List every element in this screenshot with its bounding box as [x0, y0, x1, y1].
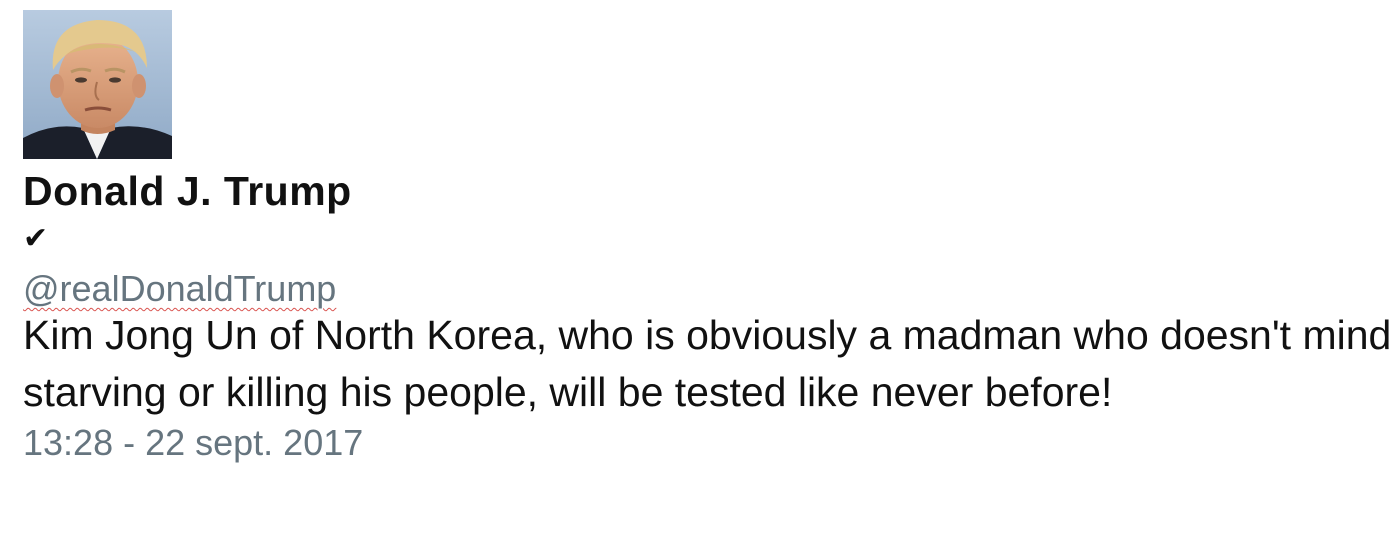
verified-icon: ✔ [23, 222, 49, 255]
handle-text: @realDonaldTrump [23, 268, 337, 309]
tweet-text: Kim Jong Un of North Korea, who is obvio… [23, 312, 1392, 415]
tweet-timestamp[interactable]: 13:28 - 22 sept. 2017 [23, 421, 1393, 465]
profile-photo-icon [23, 10, 172, 159]
display-name[interactable]: Donald J. Trump [23, 167, 1393, 215]
tweet-card: Donald J. Trump ✔ @realDonaldTrump Kim J… [23, 10, 1393, 465]
avatar[interactable] [23, 10, 172, 159]
display-name-first: Donald J. Trump [23, 168, 352, 214]
user-handle[interactable]: @realDonaldTrump [23, 267, 1393, 311]
